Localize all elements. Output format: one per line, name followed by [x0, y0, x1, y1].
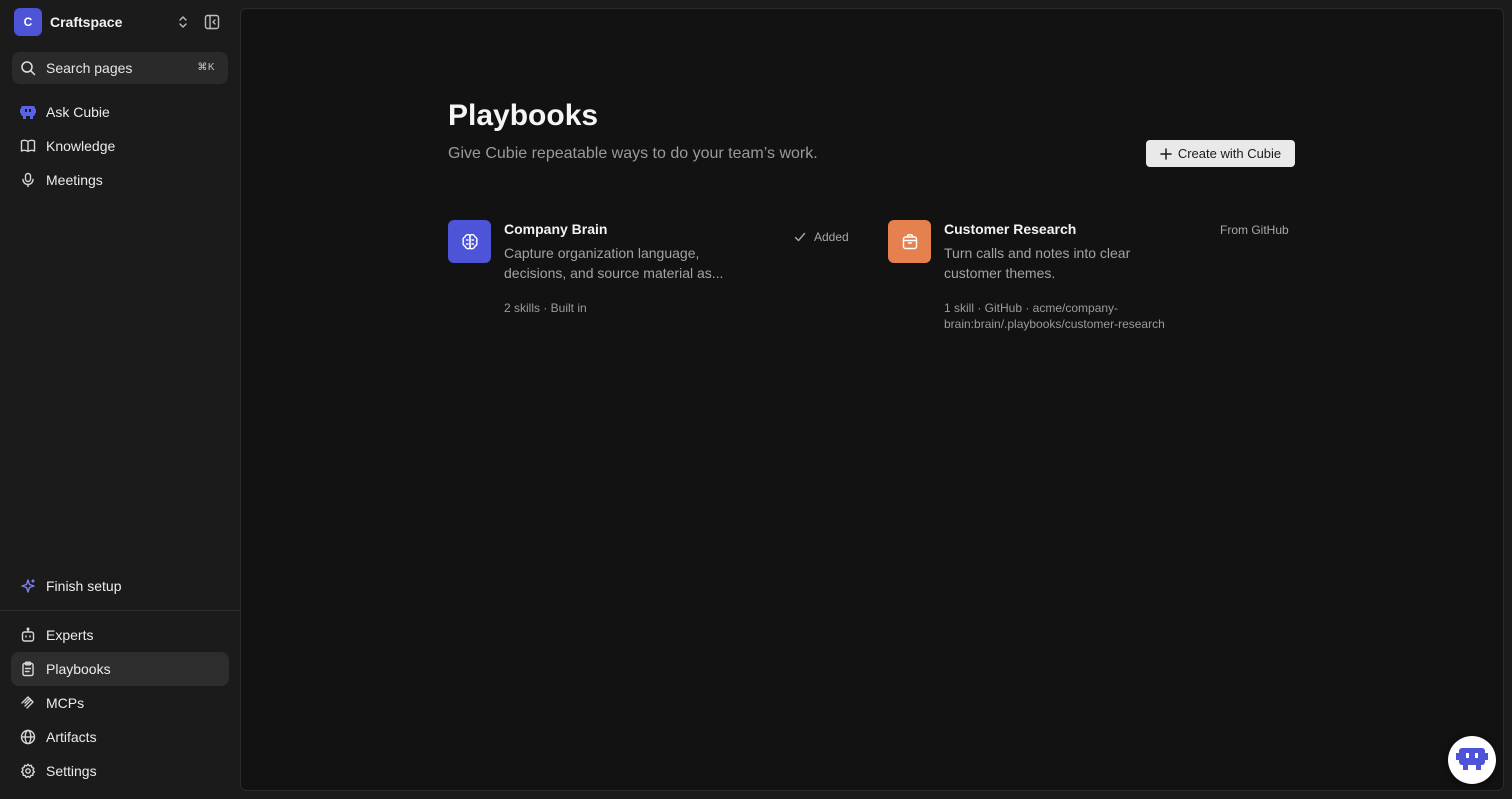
- card-description: Turn calls and notes into clear customer…: [944, 243, 1204, 283]
- search-shortcut: ⌘K: [197, 62, 215, 73]
- card-description-line: Capture organization language,: [504, 245, 700, 261]
- sidebar-item-label: Meetings: [46, 172, 103, 188]
- create-button-label: Create with Cubie: [1177, 146, 1282, 161]
- cubie-icon: [1456, 745, 1488, 776]
- cubie-icon: [20, 104, 36, 120]
- cubie-assistant-button[interactable]: [1448, 736, 1496, 784]
- sidebar-collapse-icon[interactable]: [204, 14, 220, 30]
- workspace-avatar: C: [14, 8, 42, 36]
- sidebar-item-meetings[interactable]: Meetings: [11, 163, 229, 197]
- card-status-added: Added: [794, 230, 849, 244]
- sidebar-item-label: Artifacts: [46, 729, 97, 745]
- create-with-cubie-button[interactable]: Create with Cubie: [1146, 140, 1295, 167]
- app-window: C Craftspace Search pages ⌘K Ask Cubie K…: [0, 0, 1512, 799]
- search-pages-button[interactable]: Search pages ⌘K: [12, 52, 228, 84]
- gear-icon: [20, 763, 36, 779]
- card-description-line: decisions, and source material as...: [504, 265, 724, 281]
- sidebar-item-artifacts[interactable]: Artifacts: [11, 720, 229, 754]
- page-subtitle: Give Cubie repeatable ways to do your te…: [448, 145, 818, 162]
- sidebar-item-playbooks[interactable]: Playbooks: [11, 652, 229, 686]
- playbook-card-company-brain[interactable]: Company Brain Capture organization langu…: [448, 220, 854, 315]
- sidebar-item-ask-cubie[interactable]: Ask Cubie: [11, 95, 229, 129]
- search-icon: [20, 60, 36, 76]
- sidebar-item-label: Playbooks: [46, 661, 111, 677]
- card-status-label: Added: [814, 230, 849, 244]
- chevron-updown-icon[interactable]: [176, 14, 190, 30]
- workspace-header[interactable]: C Craftspace: [14, 8, 228, 36]
- sidebar-item-label: Experts: [46, 627, 94, 643]
- card-description-line: customer themes.: [944, 265, 1056, 281]
- search-label: Search pages: [46, 60, 133, 76]
- finish-setup-button[interactable]: Finish setup: [11, 569, 229, 603]
- mcp-icon: [20, 695, 36, 711]
- card-title: Company Brain: [504, 221, 608, 237]
- sidebar-item-mcps[interactable]: MCPs: [11, 686, 229, 720]
- card-description-line: Turn calls and notes into clear: [944, 245, 1131, 261]
- playbook-card-customer-research[interactable]: Customer Research Turn calls and notes i…: [888, 220, 1294, 332]
- check-icon: [794, 232, 806, 242]
- sidebar-item-knowledge[interactable]: Knowledge: [11, 129, 229, 163]
- sidebar-item-label: Knowledge: [46, 138, 116, 154]
- microphone-icon: [20, 172, 36, 188]
- sidebar: C Craftspace Search pages ⌘K Ask Cubie K…: [0, 0, 240, 799]
- card-status-label: From GitHub: [1220, 223, 1289, 237]
- main-panel: Playbooks Give Cubie repeatable ways to …: [240, 8, 1504, 791]
- page-title: Playbooks: [448, 99, 599, 132]
- package-icon: [888, 220, 931, 263]
- finish-setup-label: Finish setup: [46, 578, 122, 594]
- card-meta-line: 1 skill · GitHub · acme/company-: [944, 301, 1119, 315]
- sidebar-item-label: MCPs: [46, 695, 85, 711]
- card-status-source: From GitHub: [1220, 223, 1289, 237]
- sidebar-item-label: Settings: [46, 763, 97, 779]
- plus-icon: [1160, 147, 1172, 160]
- workspace-name: Craftspace: [50, 14, 123, 30]
- card-title: Customer Research: [944, 221, 1077, 237]
- sidebar-item-experts[interactable]: Experts: [11, 618, 229, 652]
- sidebar-item-label: Ask Cubie: [46, 104, 110, 120]
- globe-icon: [20, 729, 36, 745]
- card-meta-line: brain:brain/.playbooks/customer-research: [944, 317, 1165, 331]
- brain-icon: [448, 220, 491, 263]
- sidebar-item-settings[interactable]: Settings: [11, 754, 229, 788]
- book-icon: [20, 138, 36, 154]
- card-meta: 2 skills · Built in: [504, 301, 587, 315]
- card-description: Capture organization language, decisions…: [504, 243, 764, 283]
- robot-icon: [20, 627, 36, 643]
- sidebar-divider: [0, 610, 240, 611]
- clipboard-icon: [20, 661, 36, 677]
- card-meta: 1 skill · GitHub · acme/company- brain:b…: [944, 300, 1204, 332]
- sparkle-icon: [20, 578, 36, 594]
